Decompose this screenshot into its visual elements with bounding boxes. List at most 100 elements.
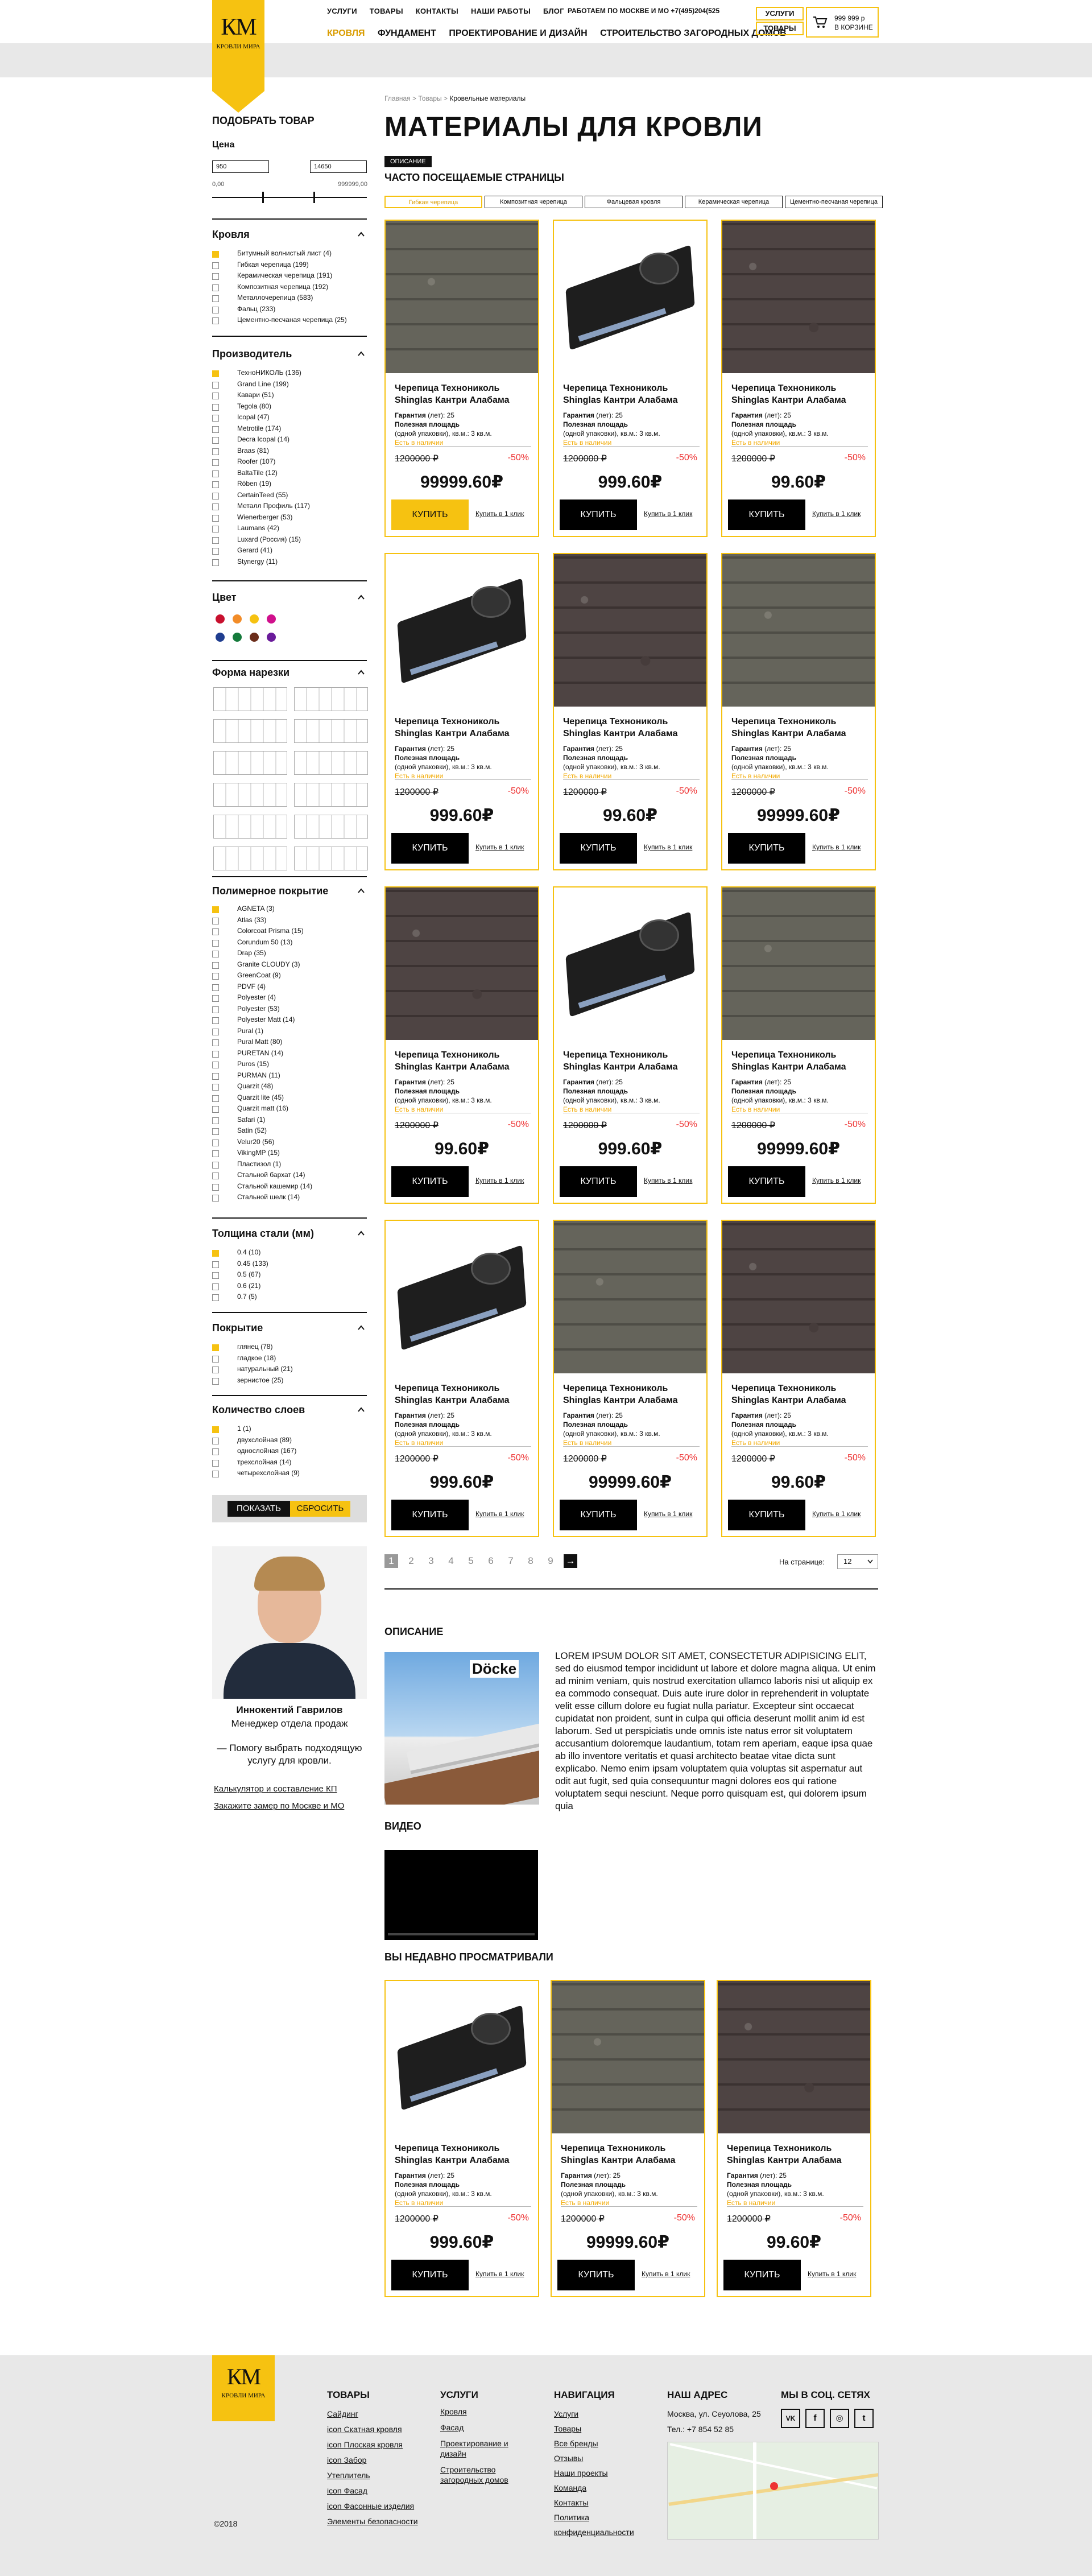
filter-checkbox-item[interactable]: 0.6 (21) [212,1281,268,1292]
product-card[interactable]: Черепица Технониколь Shinglas Кантри Ала… [384,1220,539,1537]
color-swatch[interactable] [216,614,225,624]
product-title[interactable]: Черепица Технониколь Shinglas Кантри Ала… [731,1382,868,1406]
product-title[interactable]: Черепица Технониколь Shinglas Кантри Ала… [731,1049,868,1073]
buy-button[interactable]: КУПИТЬ [560,1166,637,1197]
filter-checkbox-item[interactable]: Röben (19) [212,478,310,490]
product-image[interactable] [386,554,538,707]
filter-checkbox-item[interactable]: PURETAN (14) [212,1048,312,1059]
footer-nav-link[interactable]: Политика конфиденциальности [554,2510,651,2540]
product-image[interactable] [554,887,706,1040]
cut-shape-option[interactable] [294,687,368,711]
product-card[interactable]: Черепица Технониколь Shinglas Кантри Ала… [721,1220,876,1537]
breadcrumb-goods[interactable]: Товары [418,94,441,102]
filter-checkbox-item[interactable]: трехслойная (14) [212,1457,300,1468]
buy-button[interactable]: КУПИТЬ [391,499,469,530]
cut-shape-option[interactable] [213,719,287,743]
product-title[interactable]: Черепица Технониколь Shinglas Кантри Ала… [395,1049,531,1073]
twitter-icon[interactable]: t [854,2409,874,2428]
buy-button[interactable]: КУПИТЬ [723,2260,801,2290]
product-card[interactable]: Черепица Технониколь Shinglas Кантри Ала… [553,1220,708,1537]
chip-cement-tile[interactable]: Цементно-песчаная черепица [785,196,883,208]
cover-filter-heading[interactable]: Покрытие [212,1322,263,1334]
product-title[interactable]: Черепица Технониколь Shinglas Кантри Ала… [561,2142,697,2166]
chevron-up-icon[interactable] [357,887,365,895]
filter-checkbox-item[interactable]: Гибкая черепица (199) [212,259,347,271]
product-title[interactable]: Черепица Технониколь Shinglas Кантри Ала… [731,716,868,740]
video-progress-bar[interactable] [388,1933,535,1935]
filter-checkbox-item[interactable]: однослойная (167) [212,1446,300,1457]
product-card[interactable]: Черепица Технониколь Shinglas Кантри Ала… [721,553,876,870]
page-link[interactable]: 7 [504,1554,518,1568]
footer-service-link[interactable]: Кровля [440,2406,526,2417]
one-click-link[interactable]: Купить в 1 клик [475,843,524,851]
filter-checkbox-item[interactable]: Wienerberger (53) [212,512,310,523]
color-swatch[interactable] [250,633,259,642]
price-to-input[interactable]: 14650 [310,160,367,173]
page-link[interactable]: 5 [464,1554,478,1568]
page-link[interactable]: 3 [424,1554,438,1568]
reset-button[interactable]: СБРОСИТЬ [290,1501,350,1517]
filter-checkbox-item[interactable]: Цементно-песчаная черепица (25) [212,315,347,326]
product-image[interactable] [722,221,875,373]
filter-checkbox-item[interactable]: четырехслойная (9) [212,1468,300,1479]
cut-filter-heading[interactable]: Форма нарезки [212,667,289,679]
services-button[interactable]: УСЛУГИ [756,7,804,20]
filter-checkbox-item[interactable]: Битумный волнистый лист (4) [212,248,347,259]
filter-checkbox-item[interactable]: зернистое (25) [212,1375,293,1386]
product-title[interactable]: Черепица Технониколь Shinglas Кантри Ала… [563,1049,700,1073]
page-link[interactable]: 1 [384,1554,398,1568]
one-click-link[interactable]: Купить в 1 клик [812,843,861,851]
filter-checkbox-item[interactable]: Laumans (42) [212,523,310,534]
filter-checkbox-item[interactable]: глянец (78) [212,1341,293,1353]
footer-goods-link[interactable]: icon Фасонные изделия [327,2499,418,2514]
page-link[interactable]: 9 [544,1554,557,1568]
product-card[interactable]: Черепица Технониколь Shinglas Кантри Ала… [384,553,539,870]
filter-checkbox-item[interactable]: Пластизол (1) [212,1159,312,1170]
product-image[interactable] [722,1221,875,1373]
one-click-link[interactable]: Купить в 1 клик [808,2270,856,2278]
buy-button[interactable]: КУПИТЬ [560,499,637,530]
product-card[interactable]: Черепица Технониколь Shinglas Кантри Ала… [384,220,539,537]
footer-nav-link[interactable]: Контакты [554,2495,651,2510]
buy-button[interactable]: КУПИТЬ [557,2260,635,2290]
filter-checkbox-item[interactable]: VikingMP (15) [212,1147,312,1159]
filter-checkbox-item[interactable]: Atlas (33) [212,915,312,926]
product-title[interactable]: Черепица Технониколь Shinglas Кантри Ала… [395,382,531,406]
filter-checkbox-item[interactable]: ТехноНИКОЛЬ (136) [212,368,310,379]
product-image[interactable] [386,221,538,373]
footer-map[interactable] [667,2442,879,2540]
footer-goods-link[interactable]: icon Забор [327,2453,418,2468]
buy-button[interactable]: КУПИТЬ [391,833,469,864]
thickness-filter-heading[interactable]: Толщина стали (мм) [212,1228,314,1240]
color-swatch[interactable] [267,614,276,624]
product-image[interactable] [552,1981,704,2133]
buy-button[interactable]: КУПИТЬ [728,1166,805,1197]
filter-checkbox-item[interactable]: Стальной шелк (14) [212,1192,312,1203]
filter-checkbox-item[interactable]: Metrotile (174) [212,423,310,435]
filter-checkbox-item[interactable]: CertainTeed (55) [212,490,310,501]
filter-checkbox-item[interactable]: Puros (15) [212,1059,312,1070]
facebook-icon[interactable]: f [805,2409,825,2428]
layers-filter-heading[interactable]: Количество слоев [212,1404,305,1416]
cat-nav-roof[interactable]: КРОВЛЯ [327,28,365,38]
buy-button[interactable]: КУПИТЬ [728,833,805,864]
one-click-link[interactable]: Купить в 1 клик [644,1176,692,1184]
filter-checkbox-item[interactable]: Pural Matt (80) [212,1037,312,1048]
footer-nav-link[interactable]: Товары [554,2421,651,2436]
filter-checkbox-item[interactable]: Керамическая черепица (191) [212,270,347,282]
one-click-link[interactable]: Купить в 1 клик [644,843,692,851]
one-click-link[interactable]: Купить в 1 клик [642,2270,690,2278]
top-nav-works[interactable]: НАШИ РАБОТЫ [471,7,531,15]
filter-checkbox-item[interactable]: Drap (35) [212,948,312,959]
one-click-link[interactable]: Купить в 1 клик [475,1176,524,1184]
chevron-up-icon[interactable] [357,1406,365,1414]
page-link[interactable]: → [564,1554,577,1568]
maker-filter-heading[interactable]: Производитель [212,348,292,360]
filter-checkbox-item[interactable]: Decra Icopal (14) [212,434,310,445]
product-card[interactable]: Черепица Технониколь Shinglas Кантри Ала… [721,220,876,537]
filter-checkbox-item[interactable]: Luxard (Россия) (15) [212,534,310,546]
cut-shape-option[interactable] [213,751,287,775]
filter-checkbox-item[interactable]: PDVF (4) [212,981,312,993]
filter-checkbox-item[interactable]: Polyester (53) [212,1004,312,1015]
color-swatch[interactable] [250,614,259,624]
